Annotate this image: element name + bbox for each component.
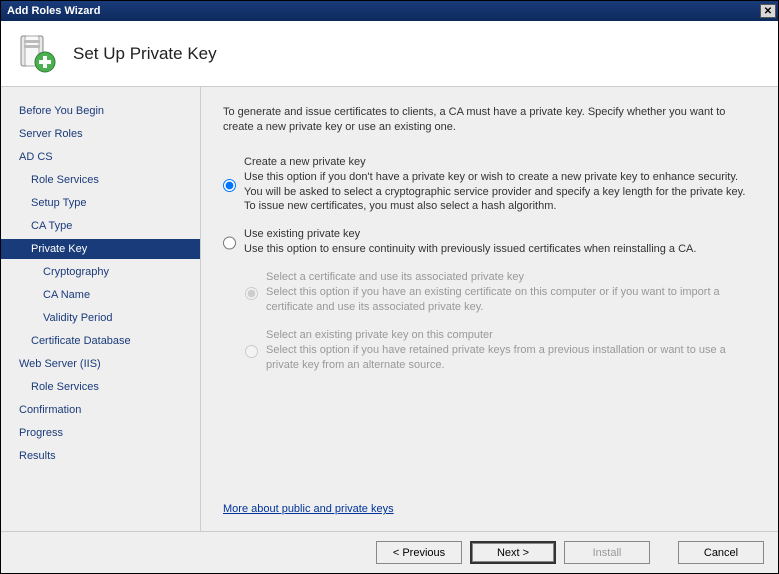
suboption-select-key: Select an existing private key on this c… <box>245 329 756 373</box>
sidebar-item[interactable]: AD CS <box>1 147 200 167</box>
content-pane: To generate and issue certificates to cl… <box>201 87 778 531</box>
sidebar-item[interactable]: Setup Type <box>1 193 200 213</box>
sidebar-item[interactable]: Confirmation <box>1 400 200 420</box>
sidebar-item[interactable]: Server Roles <box>1 124 200 144</box>
titlebar: Add Roles Wizard ✕ <box>1 1 778 21</box>
footer: < Previous Next > Install Cancel <box>1 531 778 573</box>
sidebar-item[interactable]: Private Key <box>1 239 200 259</box>
intro-text: To generate and issue certificates to cl… <box>223 105 756 136</box>
radio-create-new[interactable] <box>223 157 236 215</box>
radio-select-cert <box>245 272 258 315</box>
option-create-new-label: Create a new private key <box>244 156 756 168</box>
option-use-existing-label: Use existing private key <box>244 228 756 240</box>
radio-select-key <box>245 330 258 373</box>
sidebar-item[interactable]: Web Server (IIS) <box>1 354 200 374</box>
sidebar-item[interactable]: Role Services <box>1 170 200 190</box>
help-link[interactable]: More about public and private keys <box>223 503 756 515</box>
option-create-new[interactable]: Create a new private key Use this option… <box>223 156 756 215</box>
suboption-select-key-desc: Select this option if you have retained … <box>266 343 756 373</box>
radio-use-existing[interactable] <box>223 229 236 257</box>
sidebar-item[interactable]: Role Services <box>1 377 200 397</box>
suboption-select-cert-desc: Select this option if you have an existi… <box>266 285 756 315</box>
sidebar-item[interactable]: CA Type <box>1 216 200 236</box>
sidebar-item[interactable]: Before You Begin <box>1 101 200 121</box>
cancel-button[interactable]: Cancel <box>678 541 764 564</box>
sidebar-item[interactable]: Certificate Database <box>1 331 200 351</box>
next-button[interactable]: Next > <box>470 541 556 564</box>
window-title: Add Roles Wizard <box>7 5 100 17</box>
option-use-existing[interactable]: Use existing private key Use this option… <box>223 228 756 257</box>
header: Set Up Private Key <box>1 21 778 87</box>
install-button: Install <box>564 541 650 564</box>
suboption-select-key-label: Select an existing private key on this c… <box>266 329 756 341</box>
wizard-icon <box>15 32 59 76</box>
suboption-select-cert-label: Select a certificate and use its associa… <box>266 271 756 283</box>
sidebar-item[interactable]: Progress <box>1 423 200 443</box>
sidebar-item[interactable]: CA Name <box>1 285 200 305</box>
sidebar-item[interactable]: Validity Period <box>1 308 200 328</box>
option-use-existing-desc: Use this option to ensure continuity wit… <box>244 242 756 257</box>
sidebar-item[interactable]: Cryptography <box>1 262 200 282</box>
close-button[interactable]: ✕ <box>760 4 776 18</box>
option-create-new-desc: Use this option if you don't have a priv… <box>244 170 756 215</box>
sidebar-item[interactable]: Results <box>1 446 200 466</box>
suboption-select-cert: Select a certificate and use its associa… <box>245 271 756 315</box>
previous-button[interactable]: < Previous <box>376 541 462 564</box>
wizard-sidebar: Before You Begin Server Roles AD CS Role Se… <box>1 87 201 531</box>
page-title: Set Up Private Key <box>73 44 217 64</box>
